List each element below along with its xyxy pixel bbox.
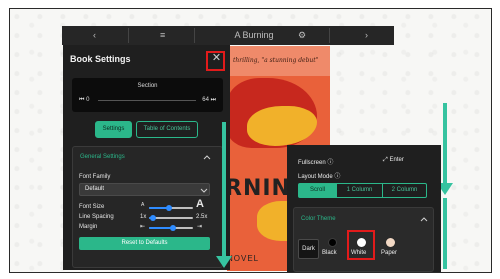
gear-icon[interactable]: ⚙ xyxy=(298,29,306,42)
theme-swatch-paper[interactable] xyxy=(386,238,395,247)
toolbar-divider xyxy=(128,28,129,43)
tab-settings[interactable]: Settings xyxy=(95,121,132,138)
section-min: ⏮ 0 xyxy=(79,97,89,104)
chevron-up-icon[interactable] xyxy=(203,153,211,161)
line-spacing-slider-handle[interactable] xyxy=(150,215,156,221)
font-size-large-icon: A xyxy=(196,198,204,210)
reset-to-defaults-button[interactable]: Reset to Defaults xyxy=(79,237,210,250)
layout-mode-text: Layout Mode xyxy=(298,174,333,180)
book-title: A Burning xyxy=(234,30,274,40)
section-max-value: 64 xyxy=(202,97,209,103)
font-family-select[interactable]: Default xyxy=(79,183,210,196)
section-label: Section xyxy=(137,83,158,89)
line-spacing-max: 2.5x xyxy=(196,214,208,220)
font-size-slider-handle[interactable] xyxy=(166,205,172,211)
margin-label: Margin xyxy=(79,224,98,230)
book-settings-panel: Book Settings ✕ Section ⏮ 0 64 ⏭ Setting… xyxy=(63,45,230,270)
reader-toolbar: ‹ ≡ A Burning ⚙ › xyxy=(62,26,394,45)
chevron-left-icon[interactable]: ‹ xyxy=(93,29,96,42)
line-spacing-min: 1x xyxy=(140,214,147,220)
enter-text: Enter xyxy=(389,157,404,163)
chevron-down-icon xyxy=(200,188,208,193)
margin-narrow-icon: ⇤ xyxy=(140,224,146,230)
line-spacing-label: Line Spacing xyxy=(79,214,114,220)
section-navigator: Section ⏮ 0 64 ⏭ xyxy=(72,78,223,112)
info-icon: ⓘ xyxy=(327,160,334,166)
chevron-up-icon[interactable] xyxy=(420,215,428,223)
toolbar-divider xyxy=(194,28,195,43)
skip-back-icon[interactable]: ⏮ xyxy=(79,97,84,103)
fullscreen-text: Fullscreen xyxy=(298,160,326,166)
font-size-small-icon: A xyxy=(141,202,145,208)
theme-option-paper[interactable]: Paper xyxy=(381,250,397,256)
arrow-down-icon xyxy=(216,256,232,268)
font-family-value: Default xyxy=(85,186,105,192)
section-min-value: 0 xyxy=(86,97,90,103)
info-icon: ⓘ xyxy=(334,174,341,180)
general-settings-section: General Settings Font Family Default Fon… xyxy=(72,146,223,268)
white-theme-highlight-box xyxy=(347,230,375,260)
tab-table-of-contents[interactable]: Table of Contents xyxy=(136,121,198,138)
fullscreen-label: Fullscreen ⓘ xyxy=(298,157,333,166)
theme-swatch-black[interactable] xyxy=(328,238,337,247)
margin-slider-handle[interactable] xyxy=(170,225,176,231)
layout-mode-label: Layout Mode ⓘ xyxy=(298,171,340,180)
theme-option-dark[interactable]: Dark xyxy=(298,239,319,259)
cover-art xyxy=(247,106,317,146)
menu-icon[interactable]: ≡ xyxy=(160,29,165,42)
skip-forward-icon[interactable]: ⏭ xyxy=(211,97,216,103)
scroll-arrow-shaft xyxy=(443,198,447,269)
fullscreen-enter-button[interactable]: ⤢ Enter xyxy=(383,157,404,164)
layout-mode-selector: Scroll 1 Column 2 Column xyxy=(298,183,427,198)
toolbar-divider xyxy=(329,28,330,43)
scroll-arrow-shaft xyxy=(443,103,447,185)
layout-mode-scroll[interactable]: Scroll xyxy=(299,184,336,197)
font-family-label: Font Family xyxy=(79,174,111,180)
expand-icon: ⤢ xyxy=(383,157,388,163)
color-theme-title: Color Theme xyxy=(301,216,336,222)
theme-option-black[interactable]: Black xyxy=(322,250,337,256)
general-settings-title: General Settings xyxy=(80,154,125,160)
section-max: 64 ⏭ xyxy=(202,97,216,104)
margin-wide-icon: ⇥ xyxy=(197,224,203,230)
close-highlight-box xyxy=(206,51,225,71)
layout-mode-2-column[interactable]: 2 Column xyxy=(383,184,426,197)
font-size-label: Font Size xyxy=(79,204,105,210)
section-slider[interactable] xyxy=(98,100,196,101)
scroll-arrow-shaft xyxy=(222,122,226,258)
chevron-right-icon[interactable]: › xyxy=(365,29,368,42)
cover-quote: thrilling, "a stunning debut" xyxy=(233,57,319,64)
panel-title: Book Settings xyxy=(70,54,131,64)
layout-mode-1-column[interactable]: 1 Column xyxy=(337,184,382,197)
